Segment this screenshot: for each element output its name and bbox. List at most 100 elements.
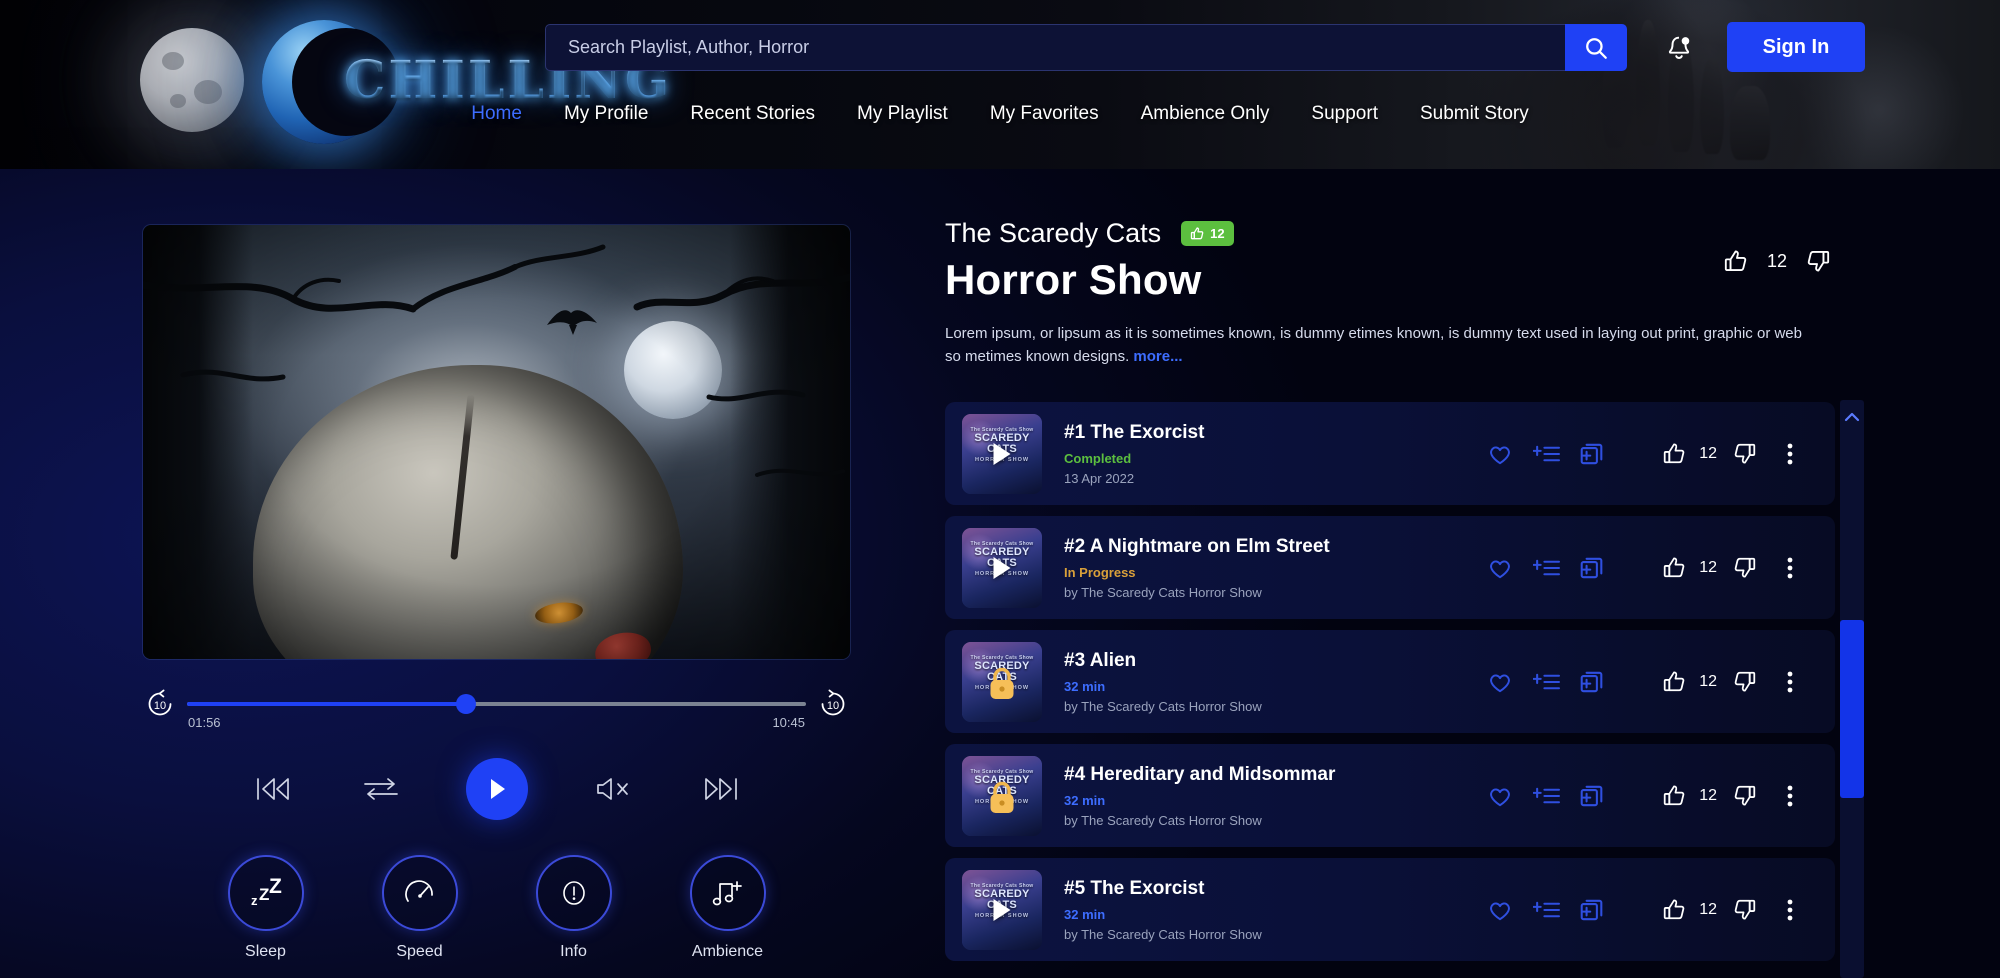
- episode-info: #5 The Exorcist 32 min by The Scaredy Ca…: [1064, 878, 1477, 942]
- nav-item-my-playlist[interactable]: My Playlist: [857, 103, 948, 125]
- dislike-button[interactable]: [1721, 434, 1767, 474]
- more-vertical-icon: [1787, 443, 1793, 464]
- table-row[interactable]: The Scaredy Cats Show SCAREDY CATS HORRO…: [945, 630, 1835, 733]
- nav-item-ambience-only[interactable]: Ambience Only: [1141, 103, 1270, 125]
- heart-icon: [1490, 445, 1511, 464]
- nav-item-support[interactable]: Support: [1311, 103, 1378, 125]
- like-count: 12: [1699, 558, 1717, 576]
- info-button[interactable]: [535, 855, 612, 931]
- add-to-playlist-button[interactable]: [1523, 434, 1569, 474]
- favorite-button[interactable]: [1477, 434, 1523, 474]
- like-button[interactable]: [1651, 776, 1697, 816]
- add-to-playlist-button[interactable]: [1523, 776, 1569, 816]
- show-more-link[interactable]: more...: [1133, 348, 1182, 365]
- nav-item-my-favorites[interactable]: My Favorites: [990, 103, 1099, 125]
- search-button[interactable]: [1565, 24, 1627, 71]
- add-to-playlist-button[interactable]: [1523, 548, 1569, 588]
- episode-thumbnail[interactable]: The Scaredy Cats Show SCAREDY CATS HORRO…: [962, 641, 1042, 722]
- scrollbar-thumb[interactable]: [1840, 620, 1864, 798]
- sign-in-button[interactable]: Sign In: [1727, 22, 1865, 72]
- progress-section: 10 10 01:56 10:45: [143, 681, 850, 735]
- episode-actions: 12: [1477, 890, 1813, 930]
- brand-logo[interactable]: CHILLING: [262, 14, 669, 149]
- ambience-button[interactable]: [689, 855, 766, 931]
- music-note-plus-icon: [712, 881, 742, 906]
- thumbs-up-icon[interactable]: [1723, 248, 1749, 274]
- like-button[interactable]: [1651, 890, 1697, 930]
- like-button[interactable]: [1651, 662, 1697, 702]
- episode-actions: 12: [1477, 662, 1813, 702]
- table-row[interactable]: The Scaredy Cats Show SCAREDY CATS HORRO…: [945, 858, 1835, 961]
- player-artwork[interactable]: [143, 225, 850, 659]
- dislike-button[interactable]: [1721, 890, 1767, 930]
- add-to-playlist-button[interactable]: [1523, 662, 1569, 702]
- episode-thumbnail[interactable]: The Scaredy Cats Show SCAREDY CATS HORRO…: [962, 527, 1042, 608]
- speed-button[interactable]: [381, 855, 458, 931]
- table-row[interactable]: The Scaredy Cats Show SCAREDY CATS HORRO…: [945, 402, 1835, 505]
- nav-item-my-profile[interactable]: My Profile: [564, 103, 648, 125]
- more-options-button[interactable]: [1767, 776, 1813, 816]
- add-to-library-button[interactable]: [1569, 776, 1615, 816]
- current-time: 01:56: [188, 715, 221, 730]
- notifications-button[interactable]: [1660, 30, 1698, 68]
- dislike-button[interactable]: [1721, 776, 1767, 816]
- favorite-button[interactable]: [1477, 662, 1523, 702]
- forward-10-button[interactable]: 10: [816, 687, 850, 721]
- next-track-button[interactable]: [698, 766, 744, 812]
- play-button[interactable]: [465, 758, 528, 820]
- thumbs-down-icon[interactable]: [1805, 248, 1831, 274]
- nav-item-recent-stories[interactable]: Recent Stories: [690, 103, 815, 125]
- rewind-10-icon: 10: [148, 689, 172, 716]
- chevron-up-icon: [1844, 412, 1860, 422]
- scroll-up-button[interactable]: [1840, 406, 1864, 428]
- progress-handle[interactable]: [455, 694, 476, 714]
- sleep-button[interactable]: z Z Z: [227, 855, 304, 931]
- dislike-button[interactable]: [1721, 548, 1767, 588]
- sleep-label: Sleep: [245, 943, 286, 960]
- add-to-library-button[interactable]: [1569, 662, 1615, 702]
- table-row[interactable]: The Scaredy Cats Show SCAREDY CATS HORRO…: [945, 744, 1835, 847]
- nav-item-submit-story[interactable]: Submit Story: [1420, 103, 1529, 125]
- more-options-button[interactable]: [1767, 662, 1813, 702]
- more-options-button[interactable]: [1767, 434, 1813, 474]
- svg-text:10: 10: [154, 700, 166, 712]
- add-to-library-button[interactable]: [1569, 434, 1615, 474]
- add-to-playlist-icon: [1532, 559, 1560, 575]
- ambience-label: Ambience: [691, 943, 764, 960]
- favorite-button[interactable]: [1477, 890, 1523, 930]
- search-input[interactable]: [545, 24, 1565, 71]
- thumbnail-line-1: The Scaredy Cats Show: [970, 768, 1034, 775]
- list-scrollbar[interactable]: [1840, 400, 1864, 978]
- more-options-button[interactable]: [1767, 890, 1813, 930]
- mute-button[interactable]: [590, 766, 636, 812]
- previous-track-button[interactable]: [250, 766, 296, 812]
- favorite-button[interactable]: [1477, 548, 1523, 588]
- nav-item-home[interactable]: Home: [471, 103, 522, 125]
- info-label: Info: [560, 943, 587, 960]
- episode-thumbnail[interactable]: The Scaredy Cats Show SCAREDY CATS HORRO…: [962, 755, 1042, 836]
- favorite-button[interactable]: [1477, 776, 1523, 816]
- add-to-library-button[interactable]: [1569, 890, 1615, 930]
- progress-fill: [187, 702, 466, 706]
- rewind-10-button[interactable]: 10: [143, 687, 177, 721]
- episode-title: #4 Hereditary and Midsommar: [1064, 763, 1336, 785]
- main-navigation: Home My Profile Recent Stories My Playli…: [0, 103, 2000, 125]
- dislike-button[interactable]: [1721, 662, 1767, 702]
- episode-thumbnail[interactable]: The Scaredy Cats Show SCAREDY CATS HORRO…: [962, 413, 1042, 494]
- table-row[interactable]: The Scaredy Cats Show SCAREDY CATS HORRO…: [945, 516, 1835, 619]
- more-options-button[interactable]: [1767, 548, 1813, 588]
- show-description-text: Lorem ipsum, or lipsum as it is sometime…: [945, 325, 1802, 365]
- add-to-library-button[interactable]: [1569, 548, 1615, 588]
- like-button[interactable]: [1651, 434, 1697, 474]
- thumbs-up-icon: [1190, 227, 1204, 240]
- quick-action-info: Info: [535, 855, 612, 961]
- repeat-button[interactable]: [358, 766, 404, 812]
- heart-icon: [1490, 559, 1511, 578]
- heart-icon: [1490, 673, 1511, 692]
- show-title-row: The Scaredy Cats 12: [945, 218, 1875, 249]
- like-button[interactable]: [1651, 548, 1697, 588]
- more-vertical-icon: [1787, 899, 1793, 920]
- add-to-playlist-button[interactable]: [1523, 890, 1569, 930]
- progress-track[interactable]: [187, 694, 806, 714]
- episode-thumbnail[interactable]: The Scaredy Cats Show SCAREDY CATS HORRO…: [962, 869, 1042, 950]
